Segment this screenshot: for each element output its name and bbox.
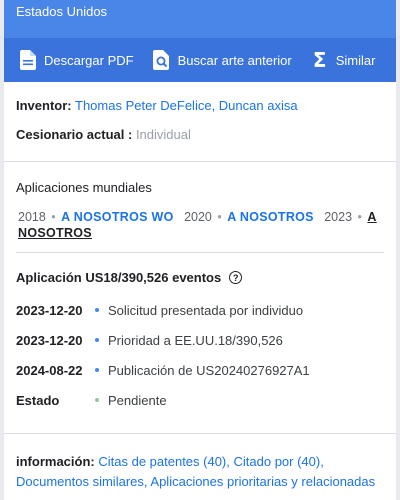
people-section: Inventor: Thomas Peter DeFelice, Duncan … xyxy=(4,82,396,162)
worldwide-title: Aplicaciones mundiales xyxy=(16,180,152,195)
status-value: Pendiente xyxy=(108,392,167,408)
event-bullet xyxy=(92,335,102,345)
country-banner: Estados Unidos xyxy=(4,0,396,38)
event-text: Solicitud presentada por individuo xyxy=(108,302,304,318)
section-divider xyxy=(16,252,384,253)
prior-art-label: Buscar arte anterior xyxy=(177,52,292,68)
timeline-year: 2020 xyxy=(184,210,212,224)
event-bullet xyxy=(92,305,102,315)
event-date: 2023-12-20 xyxy=(16,302,83,318)
download-pdf-label: Descargar PDF xyxy=(44,52,134,68)
event-row: 2024-08-22 Publicación de US20240276927A… xyxy=(16,360,384,380)
assignee-value: Individual xyxy=(135,127,191,142)
timeline-year: 2023 xyxy=(324,210,353,224)
inventor-label: Inventor: xyxy=(16,98,72,113)
country-label: Estados Unidos xyxy=(16,4,108,19)
worldwide-section: Aplicaciones mundiales 2018 • A NOSOTROS… xyxy=(4,162,396,434)
similar-documents-link[interactable]: Documentos similares xyxy=(16,474,144,489)
inventor-link[interactable]: Thomas Peter DeFelice, Duncan axisa xyxy=(75,98,298,113)
timeline-year: 2018 xyxy=(18,210,46,224)
patent-citations-link[interactable]: Citas de patentes (40) xyxy=(98,454,226,469)
event-text: Publicación de US20240276927A1 xyxy=(108,362,310,378)
info-links: información: Citas de patentes (40), Cit… xyxy=(16,452,386,492)
event-date: 2023-12-20 xyxy=(16,332,83,348)
right-frame xyxy=(396,0,400,500)
event-row: 2023-12-20 Prioridad a EE.UU.18/390,526 xyxy=(16,330,384,350)
link-separator: , xyxy=(226,454,230,469)
search-document-icon xyxy=(152,50,172,70)
cited-by-link[interactable]: Citado por (40) xyxy=(234,454,321,469)
events-title-text: Aplicación US18/390,526 eventos xyxy=(16,270,222,285)
event-bullet xyxy=(92,365,102,375)
timeline-dot: • xyxy=(51,210,56,224)
events-title: Aplicación US18/390,526 eventos ? xyxy=(16,270,243,285)
info-section: información: Citas de patentes (40), Cit… xyxy=(4,434,396,500)
timeline-country-link[interactable]: A NOSOTROS WO xyxy=(61,210,173,224)
event-date: 2024-08-22 xyxy=(16,362,83,378)
status-bullet xyxy=(92,395,102,405)
timeline-dot: • xyxy=(217,210,222,224)
similar-label: Similar xyxy=(335,52,376,68)
help-icon[interactable]: ? xyxy=(229,271,243,284)
priority-applications-link[interactable]: Aplicaciones prioritarias y relacionadas xyxy=(150,474,375,489)
worldwide-timeline: 2018 • A NOSOTROS WO 2020 • A NOSOTROS 2… xyxy=(18,209,384,241)
pdf-document-icon xyxy=(18,50,38,70)
status-label: Estado xyxy=(16,392,60,408)
prior-art-button[interactable]: Buscar arte anterior xyxy=(152,50,292,70)
timeline-dot: • xyxy=(357,210,362,224)
download-pdf-button[interactable]: Descargar PDF xyxy=(18,50,134,70)
inventor-row: Inventor: Thomas Peter DeFelice, Duncan … xyxy=(16,98,384,113)
link-separator: , xyxy=(320,454,324,469)
timeline-country-link[interactable]: A NOSOTROS xyxy=(227,210,314,224)
similar-button[interactable]: Σ Similar xyxy=(310,50,376,70)
action-toolbar: Descargar PDF Buscar arte anterior Σ Sim… xyxy=(4,38,396,82)
event-text: Prioridad a EE.UU.18/390,526 xyxy=(108,332,283,348)
status-row: Estado Pendiente xyxy=(16,390,384,410)
info-label: información: xyxy=(16,454,95,469)
event-row: 2023-12-20 Solicitud presentada por indi… xyxy=(16,300,384,320)
sigma-icon: Σ xyxy=(312,48,327,72)
assignee-label: Cesionario actual : xyxy=(16,127,133,142)
link-separator: , xyxy=(143,474,148,489)
assignee-row: Cesionario actual : Individual xyxy=(16,127,384,142)
